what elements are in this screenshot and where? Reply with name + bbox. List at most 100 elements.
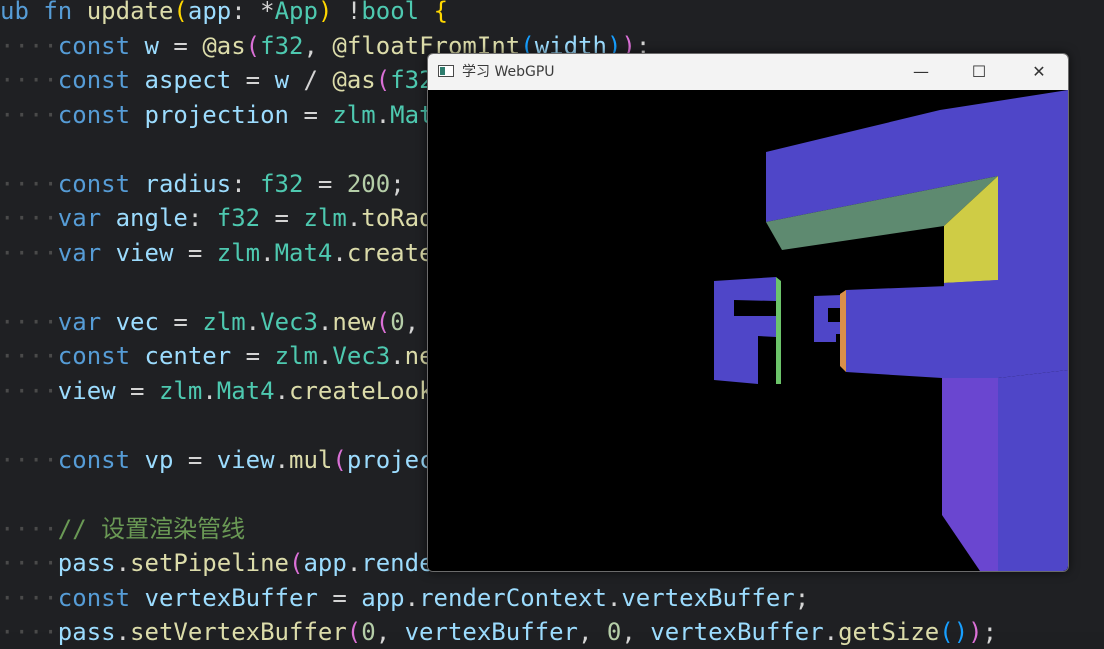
small-f-a-edge: [776, 277, 781, 384]
code-line[interactable]: ····pass.setPipeline(app.renderC: [0, 546, 462, 580]
render-canvas[interactable]: [428, 90, 1068, 571]
code-token: .: [115, 618, 131, 646]
code-token: (: [375, 66, 391, 94]
code-token: app: [187, 0, 232, 25]
code-token: fn: [43, 0, 87, 25]
code-token: @as: [332, 66, 376, 94]
code-token: =: [158, 307, 203, 336]
code-token: zlm: [303, 204, 347, 232]
code-token: app: [361, 583, 405, 612]
code-token: 0: [390, 307, 405, 336]
code-token: const: [57, 66, 145, 94]
code-token: ;: [390, 169, 405, 198]
code-token: {: [433, 0, 449, 25]
code-line[interactable]: ····const center = zlm.Vec3.new(: [0, 339, 462, 373]
code-indent: ub: [0, 0, 44, 25]
code-token: =: [260, 204, 304, 232]
code-line[interactable]: ····view = zlm.Mat4.createLookAt: [0, 374, 462, 408]
code-token: ;: [982, 618, 998, 646]
code-token: .: [606, 583, 622, 612]
code-token: radius: [144, 169, 232, 198]
code-line[interactable]: ····var view = zlm.Mat4.createAn: [0, 236, 462, 270]
code-token: =: [231, 342, 275, 370]
code-token: new: [332, 307, 376, 336]
code-token: pass: [57, 549, 116, 577]
code-line[interactable]: ····const vertexBuffer = app.renderConte…: [0, 581, 809, 615]
code-line[interactable]: ub fn update(app: *App) !bool {: [0, 0, 448, 28]
code-token: =: [231, 66, 275, 94]
code-token: (: [173, 0, 188, 25]
code-token: zlm: [202, 307, 246, 336]
code-token: =: [289, 100, 333, 129]
code-token: =: [158, 31, 203, 60]
code-token: setVertexBuffer: [130, 618, 347, 646]
code-indent: ····: [0, 31, 58, 60]
code-token: (: [375, 307, 391, 336]
code-token: app: [303, 549, 347, 577]
code-line[interactable]: ····pass.setVertexBuffer(0, vertexBuffer…: [0, 615, 997, 649]
code-indent: ····: [0, 549, 58, 577]
code-token: (: [245, 31, 261, 60]
code-line[interactable]: ····var vec = zlm.Vec3.new(0, 0,: [0, 305, 462, 339]
code-token: !: [332, 0, 362, 25]
code-token: @as: [202, 31, 246, 60]
code-token: view: [216, 445, 275, 474]
code-token: =: [115, 376, 159, 405]
webgpu-window[interactable]: 学习 WebGPU — ☐ ✕: [427, 53, 1069, 572]
code-indent: ····: [0, 342, 58, 370]
code-token: Mat4: [216, 376, 275, 405]
code-token: .: [390, 342, 405, 370]
code-token: const: [57, 100, 145, 129]
code-token: vertexBuffer: [621, 583, 795, 612]
code-token: .: [404, 583, 420, 612]
code-token: // 设置渲染管线: [57, 514, 246, 543]
maximize-button[interactable]: ☐: [950, 54, 1008, 90]
code-token: ): [317, 0, 333, 25]
code-token: ,: [303, 31, 333, 60]
code-token: Vec3: [332, 342, 391, 370]
code-token: f32: [260, 31, 304, 60]
code-token: projection: [144, 100, 290, 129]
code-line[interactable]: ····// 设置渲染管线: [0, 512, 245, 546]
code-line[interactable]: ····const radius: f32 = 200;: [0, 167, 405, 201]
code-token: f32: [216, 204, 261, 232]
code-token: update: [86, 0, 174, 25]
code-token: .: [332, 238, 347, 267]
code-token: (: [346, 618, 362, 646]
code-token: const: [57, 31, 145, 60]
code-token: zlm: [274, 342, 318, 370]
code-token: const: [57, 583, 145, 612]
code-token: zlm: [332, 100, 376, 129]
window-title: 学习 WebGPU: [462, 64, 555, 80]
code-token: (: [289, 549, 304, 577]
code-indent: ····: [0, 238, 58, 267]
code-indent: ····: [0, 307, 58, 336]
code-token: =: [317, 583, 362, 612]
code-token: .: [823, 618, 839, 646]
code-token: var: [57, 307, 116, 336]
code-token: : *: [231, 0, 275, 25]
code-indent: ····: [0, 100, 58, 129]
code-token: ,: [621, 618, 651, 646]
code-token: zlm: [158, 376, 203, 405]
code-indent: ····: [0, 66, 58, 94]
code-line[interactable]: ····const aspect = w / @as(f32,: [0, 63, 462, 97]
app-window-icon: [438, 65, 454, 77]
code-line[interactable]: ····const vp = view.mul(projecti: [0, 443, 462, 477]
code-token: ;: [794, 583, 810, 612]
code-line[interactable]: ····var angle: f32 = zlm.toRadia: [0, 201, 462, 235]
minimize-button[interactable]: —: [892, 54, 950, 90]
code-token: ,: [375, 618, 405, 646]
window-titlebar[interactable]: 学习 WebGPU — ☐ ✕: [428, 54, 1068, 90]
code-token: f32: [260, 169, 304, 198]
code-token: .: [245, 307, 261, 336]
close-button[interactable]: ✕: [1010, 54, 1068, 90]
code-line[interactable]: ····const projection = zlm.Mat4.: [0, 98, 462, 132]
code-token: .: [274, 376, 290, 405]
code-token: bool: [361, 0, 420, 25]
code-token: center: [144, 342, 232, 370]
f-stem-lower-side: [998, 370, 1068, 571]
code-token: const: [57, 445, 145, 474]
code-token: :: [231, 169, 261, 198]
